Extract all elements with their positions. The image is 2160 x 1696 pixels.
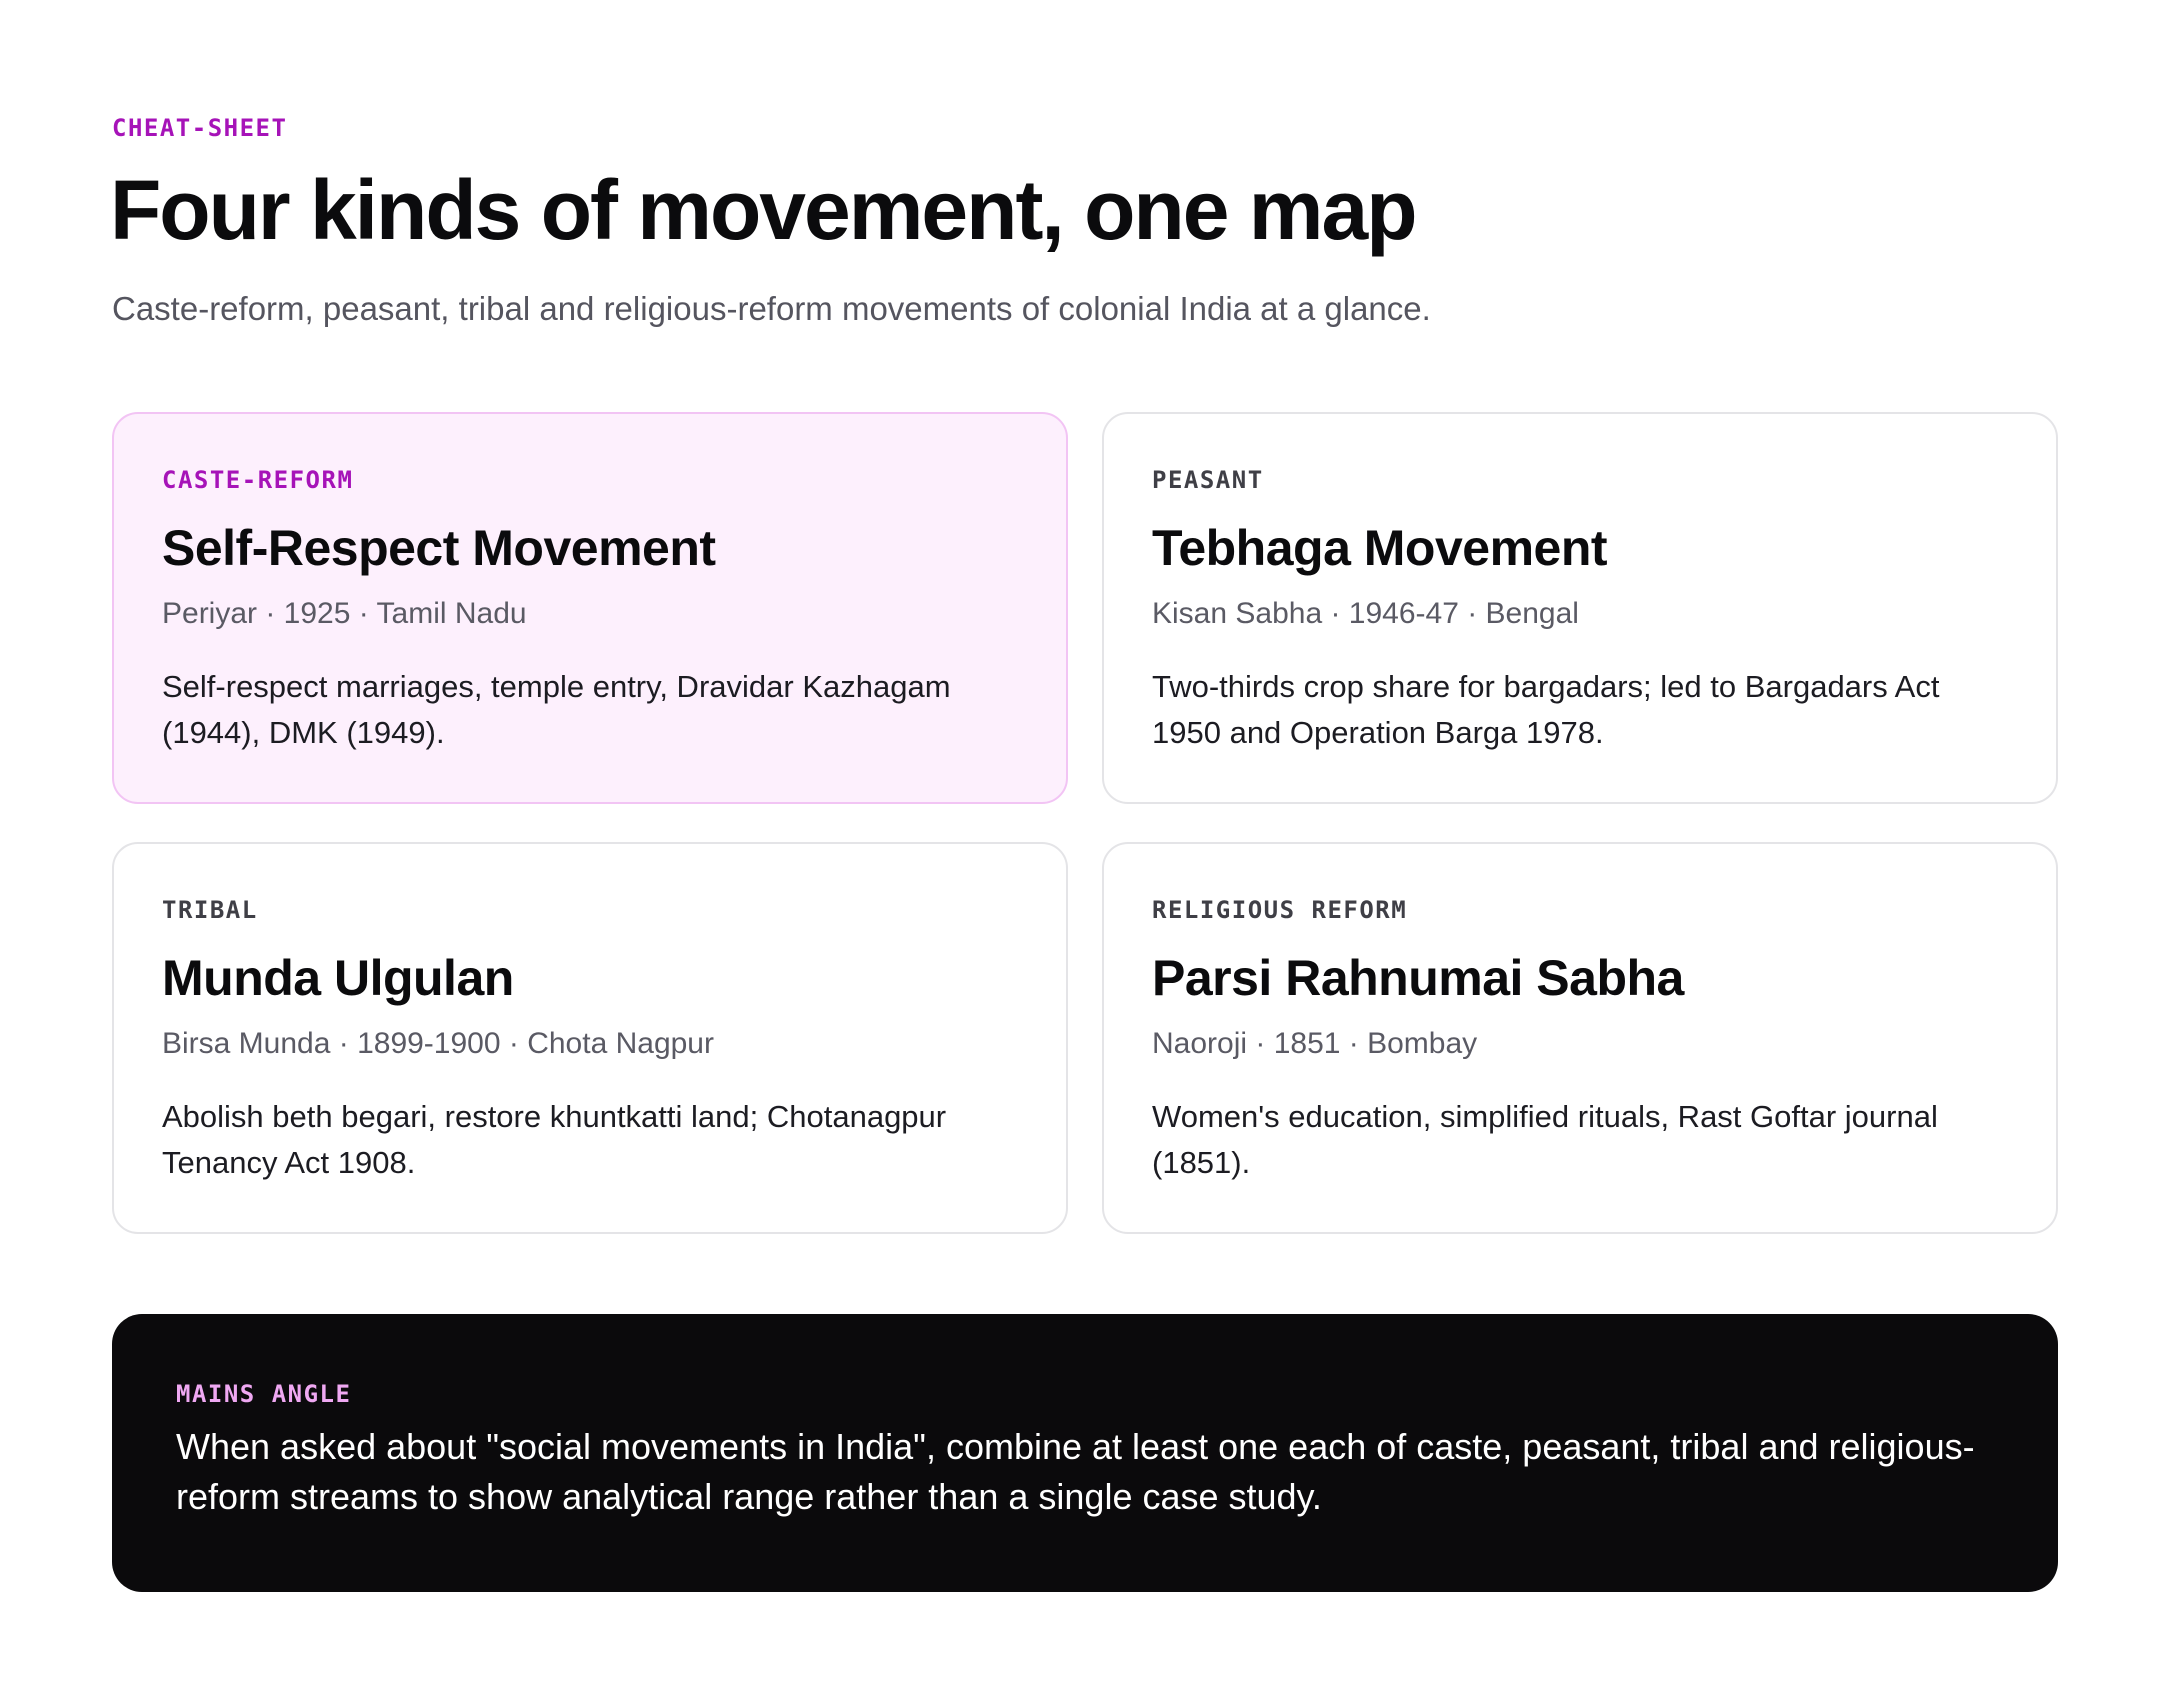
movement-card-peasant: PEASANT Tebhaga Movement Kisan Sabha · 1… xyxy=(1102,412,2058,804)
card-meta: Naoroji · 1851 · Bombay xyxy=(1152,1027,1478,1060)
movement-card-tribal: TRIBAL Munda Ulgulan Birsa Munda · 1899-… xyxy=(112,842,1068,1234)
card-title: Parsi Rahnumai Sabha xyxy=(1152,950,1684,1006)
card-category-tag: TRIBAL xyxy=(162,896,258,924)
card-meta: Kisan Sabha · 1946-47 · Bengal xyxy=(1152,597,1579,630)
card-description: Two-thirds crop share for bargadars; led… xyxy=(1152,669,1940,750)
callout-text: When asked about "social movements in In… xyxy=(176,1426,1975,1517)
card-title: Munda Ulgulan xyxy=(162,950,514,1006)
card-title: Self-Respect Movement xyxy=(162,520,716,576)
movement-cards-grid: CASTE-REFORM Self-Respect Movement Periy… xyxy=(112,412,2058,1234)
card-description: Self-respect marriages, temple entry, Dr… xyxy=(162,669,951,750)
card-category-tag: CASTE-REFORM xyxy=(162,466,354,494)
card-category-tag: RELIGIOUS REFORM xyxy=(1152,896,1408,924)
mains-angle-callout: MAINS ANGLE When asked about "social mov… xyxy=(112,1314,2058,1592)
page-subtitle: Caste-reform, peasant, tribal and religi… xyxy=(112,290,1431,327)
movement-card-caste-reform: CASTE-REFORM Self-Respect Movement Periy… xyxy=(112,412,1068,804)
card-meta: Periyar · 1925 · Tamil Nadu xyxy=(162,597,527,630)
card-description: Abolish beth begari, restore khuntkatti … xyxy=(162,1099,947,1180)
card-title: Tebhaga Movement xyxy=(1152,520,1608,576)
movement-card-religious-reform: RELIGIOUS REFORM Parsi Rahnumai Sabha Na… xyxy=(1102,842,2058,1234)
page-title: Four kinds of movement, one map xyxy=(110,163,1418,257)
card-description: Women's education, simplified rituals, R… xyxy=(1152,1099,1938,1180)
card-category-tag: PEASANT xyxy=(1152,466,1264,494)
card-meta: Birsa Munda · 1899-1900 · Chota Nagpur xyxy=(162,1027,714,1060)
callout-tag: MAINS ANGLE xyxy=(176,1380,352,1408)
eyebrow-label: CHEAT-SHEET xyxy=(112,114,288,142)
cheat-sheet-page: CHEAT-SHEET Four kinds of movement, one … xyxy=(0,0,2160,1696)
